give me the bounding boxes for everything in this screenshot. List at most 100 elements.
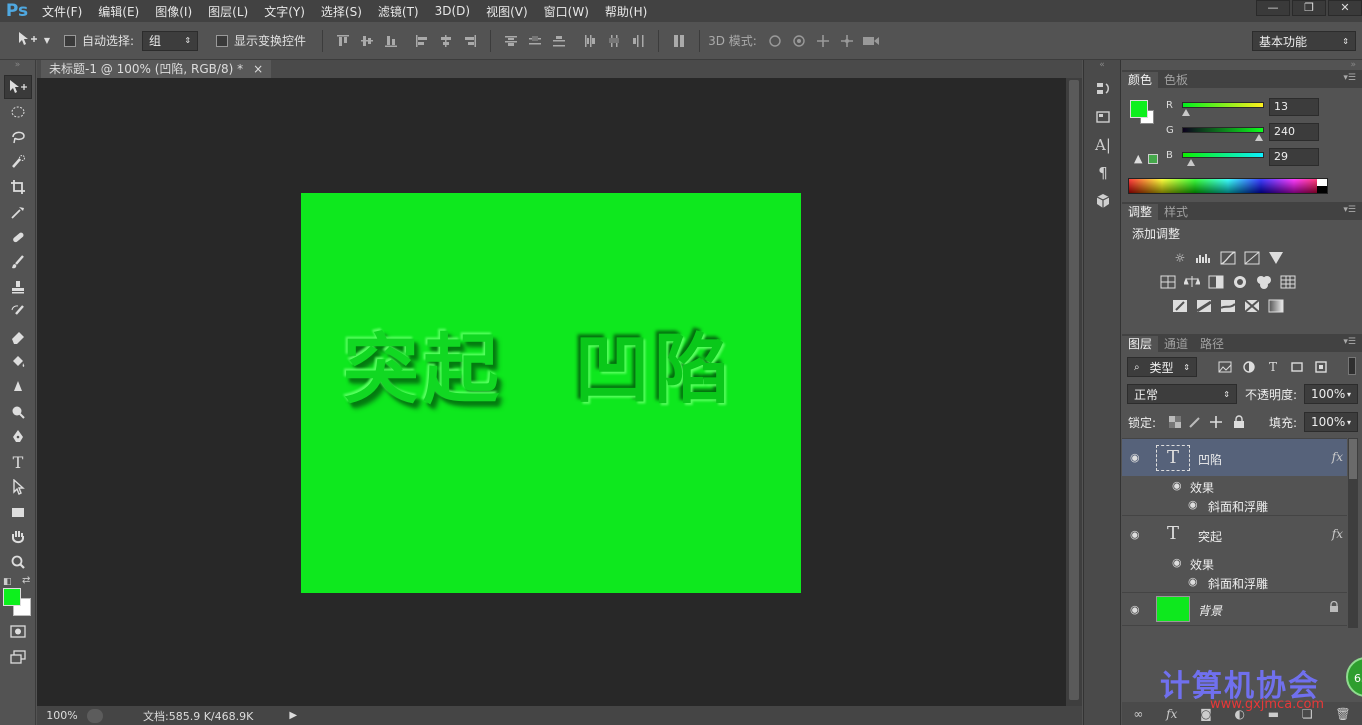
close-button[interactable]: ✕ <box>1328 0 1362 16</box>
filter-pixel-icon[interactable] <box>1216 359 1234 375</box>
status-info-icon[interactable] <box>87 708 103 723</box>
properties-panel-icon[interactable] <box>1089 104 1117 130</box>
3d-panel-icon[interactable] <box>1089 188 1117 214</box>
panel-menu-icon[interactable]: ▾☰ <box>1343 337 1356 347</box>
scrollbar-thumb[interactable] <box>1069 80 1079 700</box>
levels-icon[interactable] <box>1195 250 1213 266</box>
invert-icon[interactable] <box>1171 298 1189 314</box>
zoom-level[interactable]: 100% <box>37 709 87 722</box>
hand-tool[interactable] <box>4 525 32 549</box>
character-panel-icon[interactable]: A| <box>1089 132 1117 158</box>
marquee-tool[interactable] <box>4 100 32 124</box>
visibility-eye-icon[interactable]: ◉ <box>1172 479 1182 492</box>
paint-bucket-tool[interactable] <box>4 350 32 374</box>
visibility-eye-icon[interactable]: ◉ <box>1188 498 1198 511</box>
color-spectrum-ramp[interactable] <box>1128 178 1328 194</box>
posterize-icon[interactable] <box>1195 298 1213 314</box>
sunken-text-layer[interactable]: 凹陷 <box>574 308 734 418</box>
blue-slider-thumb[interactable] <box>1187 159 1196 166</box>
distribute-top-icon[interactable] <box>502 32 520 50</box>
auto-select-dropdown[interactable]: 组 ⇕ <box>142 30 199 51</box>
red-slider-thumb[interactable] <box>1182 109 1191 116</box>
layer-row-background[interactable]: ◉ 背景 <box>1122 592 1347 626</box>
photo-filter-icon[interactable] <box>1231 274 1249 290</box>
3d-slide-icon[interactable] <box>838 32 856 50</box>
tab-layers[interactable]: 图层 <box>1122 336 1159 352</box>
layer-name[interactable]: 突起 <box>1198 528 1222 545</box>
vertical-scrollbar[interactable] <box>1066 78 1082 706</box>
layer-row-raised[interactable]: ◉ T 突起 fx <box>1122 515 1347 553</box>
green-slider-thumb[interactable] <box>1255 134 1264 141</box>
paragraph-panel-icon[interactable]: ¶ <box>1089 160 1117 186</box>
3d-roll-icon[interactable] <box>790 32 808 50</box>
delete-layer-icon[interactable]: 🗑 <box>1335 707 1350 721</box>
status-menu-arrow-icon[interactable]: ▶ <box>289 710 297 721</box>
pen-tool[interactable] <box>4 425 32 449</box>
quick-mask-button[interactable] <box>4 620 32 644</box>
show-transform-checkbox[interactable] <box>216 34 229 47</box>
layer-filter-dropdown[interactable]: ⌕ 类型 ⇕ <box>1127 357 1197 377</box>
align-right-icon[interactable] <box>461 32 479 50</box>
distribute-right-icon[interactable] <box>629 32 647 50</box>
brush-tool[interactable] <box>4 250 32 274</box>
lasso-tool[interactable] <box>4 125 32 149</box>
panel-menu-icon[interactable]: ▾☰ <box>1343 73 1356 83</box>
menu-type[interactable]: 文字(Y) <box>256 3 313 20</box>
link-layers-icon[interactable]: ∞ <box>1133 707 1143 721</box>
effects-row[interactable]: ◉ 效果 <box>1122 477 1347 495</box>
tab-color[interactable]: 颜色 <box>1122 72 1159 88</box>
distribute-left-icon[interactable] <box>581 32 599 50</box>
dodge-tool[interactable] <box>4 400 32 424</box>
menu-view[interactable]: 视图(V) <box>478 3 536 20</box>
blend-mode-dropdown[interactable]: 正常 ⇕ <box>1127 384 1237 404</box>
menu-file[interactable]: 文件(F) <box>34 3 90 20</box>
filter-shape-icon[interactable] <box>1288 359 1306 375</box>
tool-preset-picker[interactable]: ▼ <box>12 29 56 53</box>
fx-icon[interactable]: fx <box>1332 527 1343 541</box>
workspace-dropdown[interactable]: 基本功能 ⇕ <box>1252 31 1356 51</box>
filter-toggle-switch[interactable] <box>1348 357 1356 375</box>
filter-type-icon[interactable]: T <box>1264 359 1282 375</box>
blue-value-input[interactable]: 29 <box>1269 148 1319 166</box>
document-tab[interactable]: 未标题-1 @ 100% (凹陷, RGB/8) * × <box>41 60 272 78</box>
lock-all-icon[interactable] <box>1230 414 1248 430</box>
align-hcenter-icon[interactable] <box>437 32 455 50</box>
clone-stamp-tool[interactable] <box>4 275 32 299</box>
selective-color-icon[interactable] <box>1243 298 1261 314</box>
visibility-eye-icon[interactable]: ◉ <box>1130 528 1140 541</box>
menu-3d[interactable]: 3D(D) <box>427 4 478 18</box>
3d-rotate-icon[interactable] <box>766 32 784 50</box>
filter-adjustment-icon[interactable] <box>1240 359 1258 375</box>
minimize-button[interactable]: — <box>1256 0 1290 16</box>
hue-saturation-icon[interactable] <box>1159 274 1177 290</box>
tab-adjustments[interactable]: 调整 <box>1122 204 1159 220</box>
menu-help[interactable]: 帮助(H) <box>597 3 655 20</box>
red-value-input[interactable]: 13 <box>1269 98 1319 116</box>
color-lookup-icon[interactable] <box>1279 274 1297 290</box>
menu-layer[interactable]: 图层(L) <box>200 3 256 20</box>
layers-scrollbar[interactable] <box>1348 438 1358 628</box>
3d-pan-icon[interactable] <box>814 32 832 50</box>
lock-position-icon[interactable] <box>1207 414 1225 430</box>
auto-select-checkbox[interactable] <box>64 34 76 47</box>
raised-text-layer[interactable]: 突起 <box>343 308 503 418</box>
filter-smart-object-icon[interactable] <box>1312 359 1330 375</box>
align-bottom-icon[interactable] <box>382 32 400 50</box>
tab-styles[interactable]: 样式 <box>1158 204 1194 220</box>
opacity-input[interactable]: 100% ▾ <box>1304 384 1358 404</box>
collapse-grip-icon[interactable]: « <box>1084 60 1120 74</box>
healing-brush-tool[interactable] <box>4 225 32 249</box>
visibility-eye-icon[interactable]: ◉ <box>1172 556 1182 569</box>
green-value-input[interactable]: 240 <box>1269 123 1319 141</box>
distribute-bottom-icon[interactable] <box>550 32 568 50</box>
scrollbar-thumb[interactable] <box>1349 439 1357 479</box>
menu-filter[interactable]: 滤镜(T) <box>370 3 427 20</box>
green-slider-track[interactable] <box>1182 127 1264 133</box>
zoom-tool[interactable] <box>4 550 32 574</box>
3d-scale-icon[interactable] <box>862 32 880 50</box>
visibility-eye-icon[interactable]: ◉ <box>1188 575 1198 588</box>
collapse-grip-icon[interactable]: » <box>0 60 35 74</box>
lock-image-icon[interactable] <box>1186 414 1204 430</box>
bevel-emboss-row[interactable]: ◉ 斜面和浮雕 <box>1122 496 1347 514</box>
restore-button[interactable]: ❐ <box>1292 0 1326 16</box>
